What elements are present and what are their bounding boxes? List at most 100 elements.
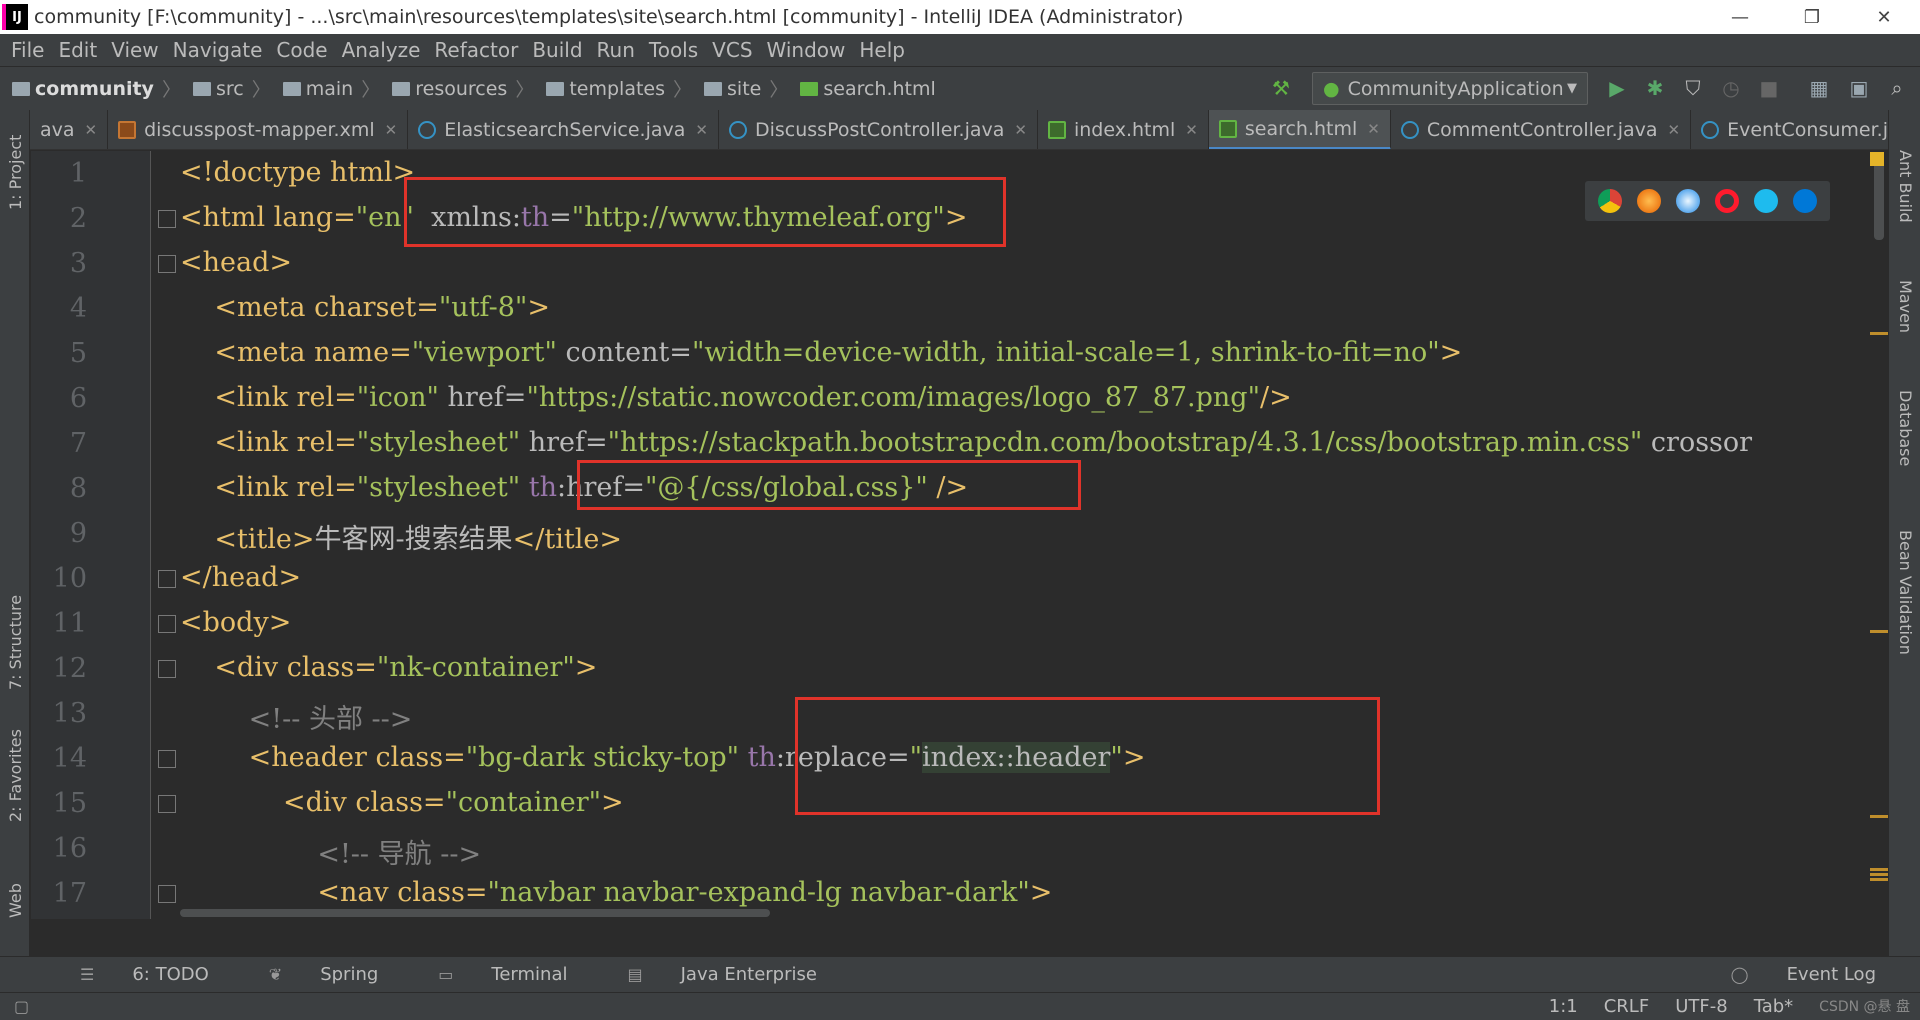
folder-icon	[192, 81, 211, 96]
error-stripe-marker[interactable]	[1870, 630, 1888, 633]
tab-elasticsearch-service[interactable]: ElasticsearchService.java ✕	[408, 110, 719, 149]
code-line-4: <meta charset="utf-8">	[180, 292, 550, 323]
tab-index-html[interactable]: index.html ✕	[1038, 110, 1209, 149]
terminal-icon: ▭	[438, 965, 454, 984]
breadcrumb-search-html[interactable]: search.html	[800, 78, 936, 100]
error-stripe-marker[interactable]	[1870, 815, 1888, 818]
fold-marker[interactable]	[158, 615, 176, 633]
chrome-icon[interactable]	[1598, 189, 1623, 213]
edge-icon[interactable]	[1792, 189, 1817, 213]
menu-view[interactable]: View	[104, 38, 165, 62]
tab-discusspost-mapper[interactable]: discusspost-mapper.xml ✕	[108, 110, 409, 149]
run-icon[interactable]: ▶	[1604, 75, 1630, 101]
horizontal-scrollbar[interactable]	[180, 909, 770, 917]
error-stripe-marker[interactable]	[1870, 868, 1888, 871]
menu-file[interactable]: File	[4, 38, 51, 62]
fold-marker[interactable]	[158, 660, 176, 678]
menu-code[interactable]: Code	[269, 38, 334, 62]
tab-search-html[interactable]: search.html ✕	[1208, 110, 1391, 149]
inspection-status-icon[interactable]	[1870, 152, 1884, 166]
close-tab-icon[interactable]: ✕	[695, 121, 708, 139]
debug-icon[interactable]: ✱	[1642, 75, 1668, 101]
code-line-15: <div class="container">	[180, 787, 624, 818]
code-line-11: <body>	[180, 607, 292, 638]
tool-structure[interactable]: 7: Structure	[6, 595, 25, 690]
file-encoding[interactable]: UTF-8	[1675, 996, 1727, 1017]
tool-ant-build[interactable]: Ant Build	[1896, 150, 1915, 223]
tab-comment-controller[interactable]: CommentController.java ✕	[1391, 110, 1692, 149]
breadcrumb-site[interactable]: site 〉	[704, 75, 788, 102]
breadcrumb-main[interactable]: main 〉	[282, 75, 380, 102]
code-line-12: <div class="nk-container">	[180, 652, 598, 683]
breadcrumb-community[interactable]: community 〉	[12, 75, 181, 102]
close-tab-icon[interactable]: ✕	[1014, 121, 1027, 139]
tool-favorites[interactable]: 2: Favorites	[6, 729, 25, 822]
build-hammer-icon[interactable]: ⚒	[1268, 75, 1294, 101]
menu-refactor[interactable]: Refactor	[427, 38, 525, 62]
menu-window[interactable]: Window	[760, 38, 853, 62]
tool-project[interactable]: 1: Project	[6, 135, 25, 210]
tool-spring[interactable]: ❦ Spring	[239, 964, 379, 985]
close-tab-icon[interactable]: ✕	[1367, 120, 1380, 138]
project-structure-icon[interactable]: ▦	[1806, 75, 1832, 101]
folder-icon	[546, 81, 565, 96]
tab-discusspost-controller[interactable]: DiscussPostController.java ✕	[719, 110, 1038, 149]
coverage-icon[interactable]: ⛉	[1680, 75, 1706, 101]
tab-java-cut[interactable]: ava ✕	[30, 110, 109, 149]
line-separator[interactable]: CRLF	[1604, 996, 1649, 1017]
tool-todo[interactable]: ☰ 6: TODO	[50, 964, 209, 985]
error-stripe-marker[interactable]	[1870, 332, 1888, 335]
run-configuration-select[interactable]: ● CommunityApplication ▼	[1312, 72, 1588, 105]
event-log-button[interactable]: ◯ Event Log	[1701, 964, 1876, 985]
profile-icon[interactable]: ◷	[1718, 75, 1744, 101]
error-stripe-marker[interactable]	[1870, 878, 1888, 881]
presentation-icon[interactable]: ▣	[1846, 75, 1872, 101]
tool-bean-validation[interactable]: Bean Validation	[1896, 530, 1915, 655]
fold-marker[interactable]	[158, 750, 176, 768]
chevron-down-icon: ▼	[1567, 81, 1577, 96]
error-stripe-marker[interactable]	[1870, 873, 1888, 876]
tool-database[interactable]: Database	[1896, 390, 1915, 466]
tool-maven[interactable]: Maven	[1896, 280, 1915, 333]
tab-event-consumer[interactable]: EventConsumer.java✕	[1691, 110, 1888, 149]
close-window-button[interactable]: ✕	[1848, 0, 1920, 34]
fold-marker[interactable]	[158, 885, 176, 903]
restore-button[interactable]: ❐	[1776, 0, 1848, 34]
intellij-logo-icon: IJ	[2, 4, 28, 30]
menu-tools[interactable]: Tools	[642, 38, 705, 62]
html-file-icon	[1047, 121, 1066, 139]
menu-navigate[interactable]: Navigate	[166, 38, 270, 62]
fold-marker[interactable]	[158, 255, 176, 273]
close-tab-icon[interactable]: ✕	[1185, 121, 1198, 139]
toggle-tool-windows-icon[interactable]: ▢	[14, 997, 29, 1016]
safari-icon[interactable]	[1676, 189, 1701, 213]
menu-run[interactable]: Run	[590, 38, 642, 62]
menu-edit[interactable]: Edit	[51, 38, 104, 62]
breadcrumb-templates[interactable]: templates 〉	[546, 75, 692, 102]
breadcrumb-src[interactable]: src 〉	[192, 75, 271, 102]
minimize-button[interactable]: —	[1704, 0, 1776, 34]
close-tab-icon[interactable]: ✕	[1668, 121, 1681, 139]
firefox-icon[interactable]	[1637, 189, 1662, 213]
close-tab-icon[interactable]: ✕	[85, 121, 98, 139]
vertical-scrollbar[interactable]	[1874, 160, 1884, 240]
tool-web[interactable]: Web	[6, 883, 25, 918]
stop-icon[interactable]: ■	[1756, 75, 1782, 101]
tool-java-enterprise[interactable]: ▤ Java Enterprise	[597, 964, 816, 985]
tool-window-bar: ☰ 6: TODO ❦ Spring ▭ Terminal ▤ Java Enterpr…	[0, 956, 1920, 992]
fold-marker[interactable]	[158, 570, 176, 588]
tool-terminal[interactable]: ▭ Terminal	[408, 964, 567, 985]
indent-setting[interactable]: Tab*	[1754, 996, 1793, 1017]
close-tab-icon[interactable]: ✕	[385, 121, 398, 139]
menu-build[interactable]: Build	[525, 38, 589, 62]
menu-analyze[interactable]: Analyze	[335, 38, 428, 62]
caret-position[interactable]: 1:1	[1549, 996, 1578, 1017]
search-icon[interactable]: ⌕	[1884, 75, 1910, 101]
fold-marker[interactable]	[158, 795, 176, 813]
menu-vcs[interactable]: VCS	[705, 38, 759, 62]
internet-explorer-icon[interactable]	[1753, 189, 1778, 213]
opera-icon[interactable]	[1714, 189, 1739, 213]
menu-help[interactable]: Help	[852, 38, 912, 62]
breadcrumb-resources[interactable]: resources 〉	[392, 75, 534, 102]
fold-marker[interactable]	[158, 210, 176, 228]
